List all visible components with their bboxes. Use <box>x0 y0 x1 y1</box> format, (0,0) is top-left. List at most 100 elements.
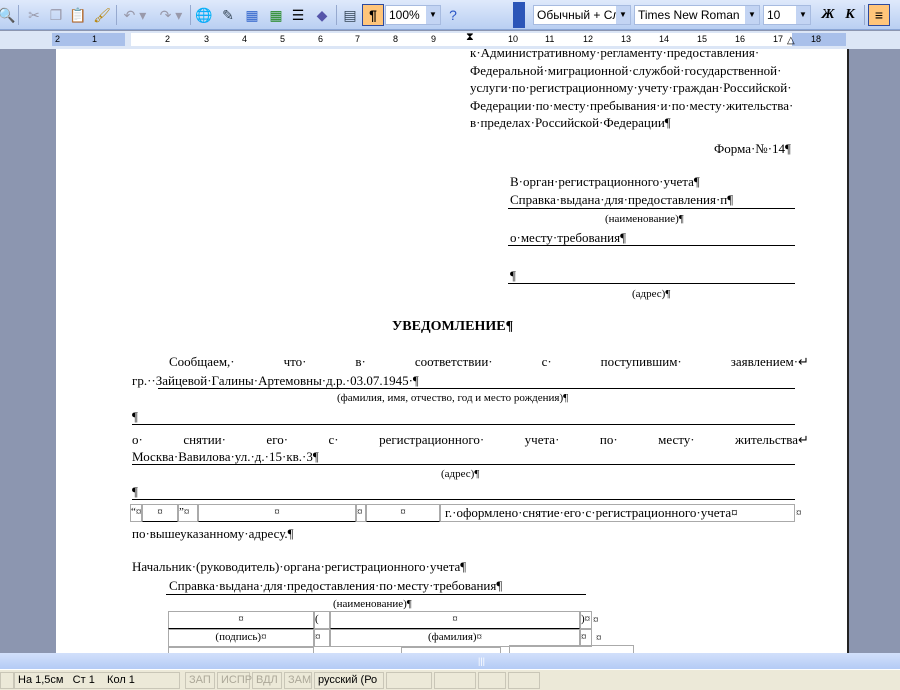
language-indicator[interactable]: русский (Ро <box>314 672 384 689</box>
font-size-combo[interactable]: 10 ▼ <box>763 5 811 25</box>
italic-button[interactable]: К <box>840 4 860 26</box>
help-icon[interactable]: ? <box>444 4 462 26</box>
status-pane <box>0 672 14 689</box>
horizontal-ruler[interactable]: 2 1 2 3 4 5 6 7 8 9 10 11 12 13 14 15 16 17 18 ⧗ △ <box>0 31 900 49</box>
table-cell[interactable]: ( <box>314 611 330 629</box>
form-number: Форма·№·14¶ <box>714 141 791 156</box>
word: по· <box>599 432 618 447</box>
font-combo[interactable]: Times New Roman ▼ <box>634 5 760 25</box>
insert-excel-icon[interactable]: ▦ <box>266 4 286 26</box>
word: соответствии· <box>414 354 493 369</box>
columns-icon[interactable]: ☰ <box>288 4 308 26</box>
to-line1: Справка·выдана·для·предоставления·п¶ <box>510 192 734 207</box>
right-indent-marker[interactable]: △ <box>787 35 795 46</box>
status-bar: На 1,5см Ст 1 Кол 1 ЗАП ИСПР ВДЛ ЗАМ рус… <box>0 669 900 690</box>
document-page[interactable]: к·Административному·регламенту·предостав… <box>56 49 849 653</box>
month-cell[interactable]: ¤ <box>198 504 356 522</box>
undo-icon[interactable]: ↶ ▾ <box>120 4 150 26</box>
year-cell[interactable]: ¤ <box>366 504 440 522</box>
document-title: УВЕДОМЛЕНИЕ¶ <box>392 319 514 334</box>
tables-borders-icon[interactable]: ✎ <box>218 4 238 26</box>
word: регистрационного· <box>379 432 485 447</box>
paste-icon[interactable]: 📋 <box>68 4 88 26</box>
table-cell[interactable]: г.·оформлено·снятие·его·с·регистрационно… <box>440 504 795 522</box>
ruler-number: 10 <box>508 34 519 44</box>
row-end-mark: ¤ <box>593 614 599 626</box>
table-cell[interactable]: “¤ <box>130 504 142 522</box>
status-pane <box>386 672 432 689</box>
word: жительства↵ <box>735 432 809 447</box>
extend-selection-indicator[interactable]: ВДЛ <box>252 672 282 689</box>
status-position: На 1,5см Ст 1 Кол 1 <box>14 672 180 689</box>
drawing-icon[interactable]: ◆ <box>312 4 332 26</box>
header-line: в·пределах·Российской·Федерации¶ <box>470 115 671 130</box>
underline <box>166 594 586 595</box>
header-line: к·Административному·регламенту·предостав… <box>470 49 760 60</box>
ruler-number: 15 <box>697 34 708 44</box>
overtype-indicator[interactable]: ЗАМ <box>284 672 312 689</box>
cut-icon[interactable]: ✂ <box>24 4 44 26</box>
underline <box>158 388 795 389</box>
ruler-number: 12 <box>583 34 594 44</box>
empty-paragraph: ¶ <box>510 268 516 283</box>
record-macro-indicator[interactable]: ЗАП <box>185 672 215 689</box>
bold-button[interactable]: Ж <box>818 4 838 26</box>
chevron-down-icon[interactable]: ▼ <box>426 6 440 24</box>
empty-paragraph: ¶ <box>132 484 138 499</box>
fio-caption: (фамилия, имя, отчество, год и место рож… <box>337 392 569 404</box>
table-cell[interactable]: ”¤ <box>178 504 198 522</box>
copy-icon[interactable]: ❐ <box>46 4 66 26</box>
ruler-margin-left <box>52 33 125 46</box>
redo-icon[interactable]: ↷ ▾ <box>156 4 186 26</box>
zoom-value: 100% <box>389 8 420 22</box>
chevron-down-icon[interactable]: ▼ <box>745 6 759 24</box>
indent-marker[interactable]: ⧗ <box>466 31 474 44</box>
word: с· <box>328 432 339 447</box>
chevron-down-icon[interactable]: ▼ <box>616 6 630 24</box>
underline <box>132 499 795 500</box>
word: месту· <box>658 432 695 447</box>
horizontal-scrollbar[interactable]: ||| <box>0 653 900 669</box>
scroll-grip-icon[interactable]: ||| <box>478 656 485 666</box>
table-cell <box>509 645 634 653</box>
separator <box>116 5 117 25</box>
status-pane <box>434 672 476 689</box>
line-text: Ст 1 <box>72 674 95 686</box>
insert-table-icon[interactable]: ▦ <box>242 4 262 26</box>
hyperlink-icon[interactable]: 🌐 <box>194 4 214 26</box>
print-preview-icon[interactable]: 🔍 <box>0 4 16 26</box>
chief-title: Начальник·(руководитель)·органа·регистра… <box>132 559 467 574</box>
ruler-number: 2 <box>55 34 61 44</box>
track-changes-indicator[interactable]: ИСПР <box>217 672 252 689</box>
column-text: Кол 1 <box>107 674 135 686</box>
separator <box>190 5 191 25</box>
ruler-text-area <box>131 33 792 46</box>
underline <box>508 245 795 246</box>
align-left-icon[interactable]: ≡ <box>868 4 890 26</box>
row-end-mark: ¤ <box>796 507 802 519</box>
word: заявлением·↵ <box>730 354 809 369</box>
chevron-down-icon[interactable]: ▼ <box>796 6 810 24</box>
chief-line: Справка·выдана·для·предоставления·по·мес… <box>169 578 503 593</box>
ruler-number: 7 <box>355 34 361 44</box>
zoom-combo[interactable]: 100% ▼ <box>385 5 441 25</box>
format-painter-icon[interactable]: 🖌 <box>92 4 112 26</box>
table-cell[interactable]: ¤ <box>356 504 366 522</box>
toolbar-handle[interactable] <box>513 2 525 28</box>
document-map-icon[interactable]: ▤ <box>340 4 360 26</box>
podpis-caption: (подпись)¤ <box>168 629 314 647</box>
paragraph-3: по·вышеуказанному·адресу.¶ <box>132 526 294 541</box>
ruler-number: 11 <box>545 34 555 44</box>
style-combo[interactable]: Обычный + Сле ▼ <box>533 5 631 25</box>
naimenovanie-caption: (наименование)¶ <box>605 213 684 225</box>
underline <box>508 283 795 284</box>
ruler-number: 13 <box>621 34 632 44</box>
day-cell[interactable]: ¤ <box>142 504 178 522</box>
table-cell[interactable]: )¤ <box>580 611 592 629</box>
show-formatting-icon[interactable]: ¶ <box>362 4 384 26</box>
ruler-number: 6 <box>318 34 324 44</box>
signature-cell[interactable]: ¤ <box>168 611 314 629</box>
underline <box>132 424 795 425</box>
surname-cell[interactable]: ¤ <box>330 611 580 629</box>
table-cell: ¤ <box>314 629 330 647</box>
